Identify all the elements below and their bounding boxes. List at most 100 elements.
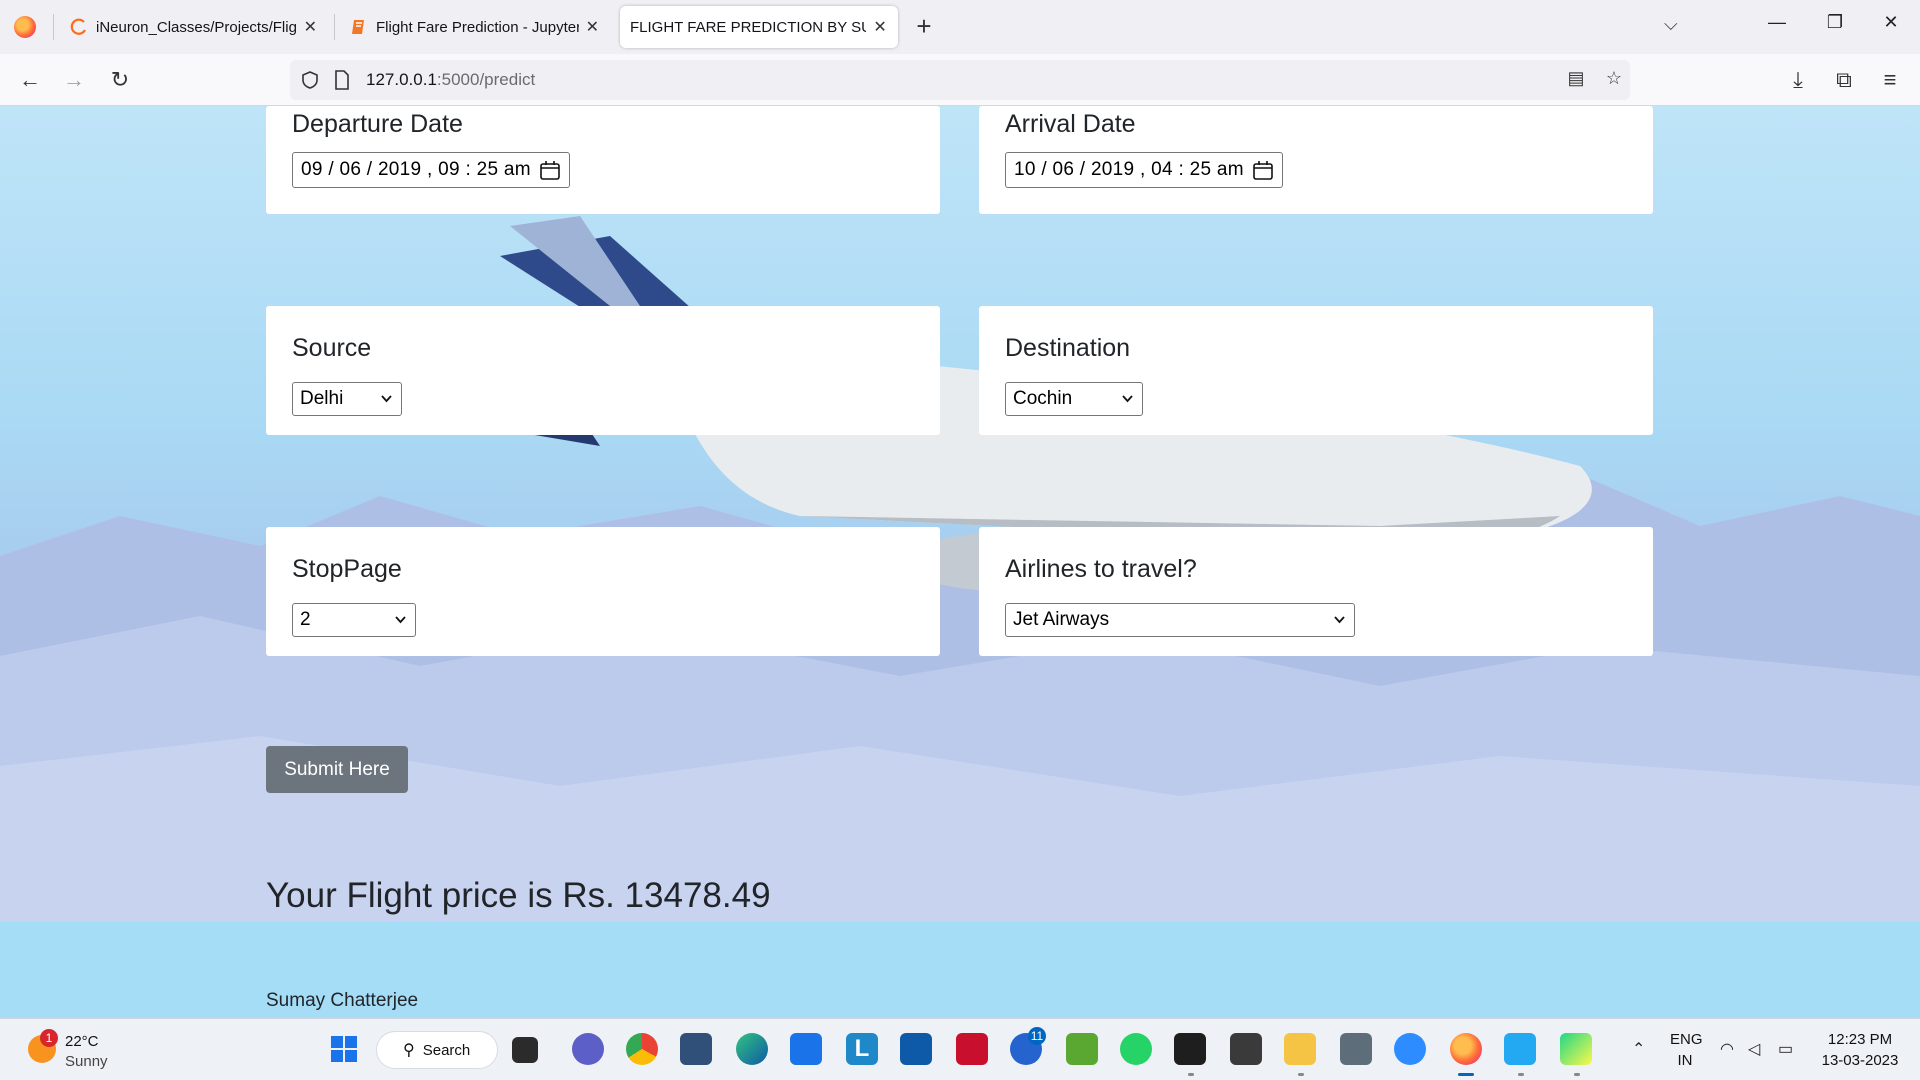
chrome-icon[interactable] — [626, 1033, 658, 1065]
taskbar-search[interactable]: ⚲ Search — [376, 1031, 498, 1069]
firefox-icon[interactable] — [1450, 1033, 1482, 1065]
close-window-button[interactable]: ✕ — [1876, 12, 1906, 33]
reload-icon[interactable]: ↻ — [106, 66, 134, 94]
back-icon[interactable]: ← — [16, 66, 44, 94]
chevron-down-icon — [1334, 616, 1345, 624]
windows-start-icon[interactable] — [328, 1033, 360, 1065]
source-value: Delhi — [300, 388, 344, 409]
clock-time[interactable]: 12:23 PM — [1810, 1031, 1910, 1048]
departure-date-label: Departure Date — [292, 110, 463, 138]
source-select[interactable]: Delhi — [292, 382, 402, 416]
volume-icon[interactable]: ◁ — [1748, 1039, 1760, 1059]
page-content: Departure Date 09 / 06 / 2019 , 09 : 25 … — [0, 106, 1920, 1018]
tab-ineuron[interactable]: iNeuron_Classes/Projects/Flight ✕ — [60, 6, 328, 48]
whatsapp-icon[interactable] — [1120, 1033, 1152, 1065]
chevron-down-icon — [381, 395, 392, 403]
airline-select[interactable]: Jet Airways — [1005, 603, 1355, 637]
arrival-date-input[interactable]: 10 / 06 / 2019 , 04 : 25 am — [1005, 152, 1283, 188]
destination-card: Destination Cochin — [979, 306, 1653, 435]
weather-condition[interactable]: Sunny — [65, 1053, 108, 1070]
chevron-down-icon[interactable]: ⌵ — [1664, 14, 1678, 35]
airline-card: Airlines to travel? Jet Airways — [979, 527, 1653, 656]
minimize-button[interactable]: — — [1762, 12, 1792, 33]
file-explorer-icon[interactable] — [1284, 1033, 1316, 1065]
calendar-icon[interactable] — [540, 161, 560, 180]
price-result: Your Flight price is Rs. 13478.49 — [266, 876, 771, 915]
close-icon[interactable]: ✕ — [303, 17, 318, 37]
vscode-icon[interactable] — [1504, 1033, 1536, 1065]
download-icon[interactable]: ⤓ — [1784, 66, 1812, 94]
calendar-icon[interactable] — [1253, 161, 1273, 180]
teams-chat-icon[interactable] — [572, 1033, 604, 1065]
windows-taskbar: 1 22°C Sunny ⚲ Search L 11 ⌃ ENG IN ◠ ◁ ▭… — [0, 1018, 1920, 1080]
destination-label: Destination — [1005, 334, 1131, 362]
menu-icon[interactable]: ≡ — [1876, 66, 1904, 94]
departure-date-card: Departure Date 09 / 06 / 2019 , 09 : 25 … — [266, 106, 940, 214]
destination-select[interactable]: Cochin — [1005, 382, 1143, 416]
calculator-icon[interactable] — [1340, 1033, 1372, 1065]
l-app-icon[interactable]: L — [846, 1033, 878, 1065]
new-tab-button[interactable]: + — [912, 12, 936, 40]
page-icon[interactable] — [334, 70, 350, 90]
stoppage-label: StopPage — [292, 555, 402, 583]
clock-date[interactable]: 13-03-2023 — [1810, 1052, 1910, 1069]
tab-title: iNeuron_Classes/Projects/Flight — [96, 18, 297, 36]
arrival-date-label: Arrival Date — [1005, 110, 1136, 138]
language-top[interactable]: ENG — [1670, 1031, 1703, 1048]
battery-icon[interactable]: ▭ — [1778, 1039, 1793, 1059]
departure-date-input[interactable]: 09 / 06 / 2019 , 09 : 25 am — [292, 152, 570, 188]
photos-icon[interactable] — [1066, 1033, 1098, 1065]
chevron-down-icon — [395, 616, 406, 624]
restore-button[interactable]: ❐ — [1820, 12, 1850, 33]
microsoft-store-icon[interactable] — [900, 1033, 932, 1065]
firefox-logo-icon[interactable] — [14, 16, 36, 38]
weather-badge: 1 — [40, 1029, 58, 1047]
wifi-icon[interactable]: ◠ — [1720, 1039, 1734, 1059]
running-indicator — [1518, 1073, 1524, 1076]
destination-value: Cochin — [1013, 388, 1073, 409]
url-bar[interactable]: 127.0.0.1:5000/predict ▤ ☆ — [290, 60, 1630, 100]
navigation-bar: ← → ↻ 127.0.0.1:5000/predict ▤ ☆ ⤓ ⧉ ≡ — [0, 54, 1920, 106]
close-icon[interactable]: ✕ — [585, 17, 600, 37]
url-text[interactable]: 127.0.0.1:5000/predict — [366, 70, 535, 90]
extensions-icon[interactable]: ⧉ — [1830, 66, 1858, 94]
edge-icon[interactable] — [736, 1033, 768, 1065]
search-icon: ⚲ — [403, 1042, 415, 1059]
mcafee-icon[interactable] — [956, 1033, 988, 1065]
terminal-icon[interactable] — [1174, 1033, 1206, 1065]
todo-badge: 11 — [1028, 1027, 1046, 1045]
tab-title: FLIGHT FARE PREDICTION BY SUMA — [630, 18, 866, 36]
tab-jupyter[interactable]: Flight Fare Prediction - Jupyter N ✕ — [340, 6, 610, 48]
shield-icon[interactable] — [300, 70, 320, 90]
calendar-app-icon[interactable] — [790, 1033, 822, 1065]
author-name: Sumay Chatterjee — [266, 990, 419, 1011]
cmd-icon[interactable] — [1230, 1033, 1262, 1065]
arrival-date-value: 10 / 06 / 2019 , 04 : 25 am — [1014, 159, 1244, 180]
close-icon[interactable]: ✕ — [872, 17, 888, 37]
airline-value: Jet Airways — [1013, 609, 1110, 630]
stoppage-value: 2 — [300, 609, 311, 630]
tab-separator — [53, 14, 54, 40]
submit-button[interactable]: Submit Here — [266, 746, 408, 793]
url-host: 127.0.0.1 — [366, 70, 437, 89]
chevron-up-icon[interactable]: ⌃ — [1632, 1039, 1645, 1059]
stoppage-select[interactable]: 2 — [292, 603, 416, 637]
url-path: :5000/predict — [436, 70, 536, 89]
running-indicator — [1298, 1073, 1304, 1076]
mysql-workbench-icon[interactable] — [680, 1033, 712, 1065]
tab-flight-fare-active[interactable]: FLIGHT FARE PREDICTION BY SUMA ✕ — [620, 6, 898, 48]
bookmark-star-icon[interactable]: ☆ — [1602, 68, 1626, 92]
task-view-icon[interactable] — [512, 1037, 538, 1063]
tab-title: Flight Fare Prediction - Jupyter N — [376, 18, 579, 36]
forward-icon[interactable]: → — [60, 66, 88, 94]
stoppage-card: StopPage 2 — [266, 527, 940, 656]
zoom-icon[interactable] — [1394, 1033, 1426, 1065]
source-label: Source — [292, 334, 372, 362]
source-card: Source Delhi — [266, 306, 940, 435]
weather-temperature[interactable]: 22°C — [65, 1033, 99, 1050]
arrival-date-card: Arrival Date 10 / 06 / 2019 , 04 : 25 am — [979, 106, 1653, 214]
language-bottom[interactable]: IN — [1670, 1052, 1700, 1069]
chevron-down-icon — [1122, 395, 1133, 403]
pycharm-icon[interactable] — [1560, 1033, 1592, 1065]
reader-view-icon[interactable]: ▤ — [1564, 68, 1588, 92]
